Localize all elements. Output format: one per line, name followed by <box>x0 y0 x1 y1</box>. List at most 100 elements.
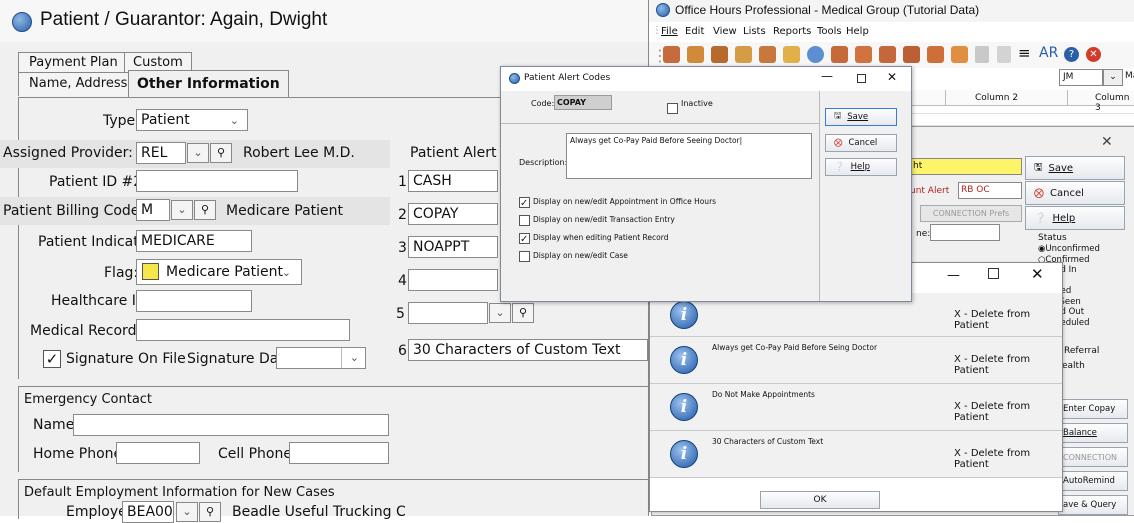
assigned-provider-dropdown-button[interactable]: ⌄ <box>187 143 209 163</box>
menu-edit[interactable]: Edit <box>685 26 704 37</box>
minimize-icon[interactable]: — <box>947 268 960 283</box>
option-transaction[interactable]: Display on new/edit Transaction Entry <box>519 211 716 229</box>
assigned-provider-input[interactable]: REL <box>136 142 186 164</box>
transaction-icon[interactable] <box>711 46 728 63</box>
billing-code-dropdown-button[interactable]: ⌄ <box>171 200 193 220</box>
close-app-icon[interactable]: ✕ <box>1086 47 1101 62</box>
notes-icon[interactable] <box>997 46 1011 63</box>
employer-input[interactable]: BEA00 <box>122 501 174 523</box>
account-alert-field[interactable]: RB OC <box>958 182 1022 199</box>
option-checkbox[interactable] <box>519 214 530 226</box>
patient-icon[interactable] <box>687 46 704 63</box>
alert-save-button[interactable]: 🖫 Save <box>825 108 897 126</box>
referral-icon[interactable] <box>903 46 920 63</box>
menu-reports[interactable]: Reports <box>773 26 811 37</box>
autoremind-button[interactable]: AutoRemind <box>1058 471 1128 491</box>
globe-icon[interactable] <box>807 46 824 63</box>
maximize-icon[interactable] <box>857 74 866 83</box>
signature-date-input[interactable]: ⌄ <box>276 347 366 369</box>
group-icon[interactable] <box>831 46 848 63</box>
type-select[interactable]: Patient ⌄ <box>136 109 248 131</box>
patient-id2-input[interactable] <box>136 170 298 192</box>
option-checkbox[interactable] <box>519 250 530 262</box>
alert-code-5-search-button[interactable]: ⚲ <box>512 303 534 323</box>
employer-search-button[interactable]: ⚲ <box>199 502 221 522</box>
guarantor-icon[interactable] <box>735 46 752 63</box>
signature-checkbox[interactable]: ✓ <box>43 350 61 368</box>
balance-button[interactable]: Balance <box>1058 423 1128 443</box>
connection-button[interactable]: CONNECTION <box>1058 447 1128 467</box>
menu-file[interactable]: File <box>661 26 678 37</box>
tab-name-address[interactable]: Name, Address <box>18 72 139 96</box>
home-phone-input[interactable] <box>116 442 200 464</box>
flag-select[interactable]: Medicare Patient ⌄ <box>136 259 302 285</box>
document-icon[interactable] <box>975 46 989 63</box>
close-icon[interactable]: ✕ <box>1031 265 1044 283</box>
menu-tools[interactable]: Tools <box>817 26 842 37</box>
status-option[interactable]: ◉Unconfirmed <box>1038 244 1100 255</box>
billing-code-search-button[interactable]: ⚲ <box>194 200 216 220</box>
provider-combo-buttons[interactable]: ⌄ <box>1103 69 1123 86</box>
settings-list-icon[interactable]: ≡ <box>1018 44 1031 62</box>
users-icon[interactable] <box>759 46 776 63</box>
assigned-provider-search-button[interactable]: ⚲ <box>210 143 232 163</box>
delete-from-patient-button[interactable]: X - Delete from Patient <box>954 354 1062 376</box>
appointment-close-icon[interactable]: ✕ <box>1101 134 1113 150</box>
option-case[interactable]: Display on new/edit Case <box>519 247 716 265</box>
close-icon[interactable]: ✕ <box>887 70 897 84</box>
provider-combo[interactable]: JM <box>1059 69 1103 86</box>
minimize-icon[interactable]: — <box>821 69 833 83</box>
health-label[interactable]: ealth <box>1062 361 1085 371</box>
billing-code-input[interactable]: M <box>136 199 170 221</box>
indicator-input[interactable]: MEDICARE <box>136 230 252 252</box>
ar-button[interactable]: AR <box>1039 45 1058 61</box>
healthcare-id-input[interactable] <box>136 290 252 312</box>
alert-code-3-input[interactable]: NOAPPT <box>408 236 498 258</box>
alert-help-button[interactable]: ❔ Help <box>825 158 897 176</box>
phone-input[interactable] <box>930 224 1000 241</box>
maximize-icon[interactable] <box>988 268 999 279</box>
menu-lists[interactable]: Lists <box>743 26 766 37</box>
appt-help-button[interactable]: ❔ Help <box>1025 206 1125 230</box>
alert-code-1-input[interactable]: CASH <box>408 170 498 192</box>
appt-cancel-button[interactable]: ⨂ Cancel <box>1025 181 1125 205</box>
alert-custom-text-input[interactable]: 30 Characters of Custom Text <box>408 339 648 361</box>
tab-payment-plan[interactable]: Payment Plan <box>18 52 129 72</box>
appt-yellow-field[interactable]: ht <box>910 158 1022 175</box>
delete-from-patient-button[interactable]: X - Delete from Patient <box>954 401 1062 423</box>
inactive-checkbox[interactable] <box>667 103 678 114</box>
option-checkbox[interactable] <box>519 231 530 249</box>
employer-dropdown-button[interactable]: ⌄ <box>176 502 198 522</box>
alerts-ok-button[interactable]: OK <box>760 491 880 509</box>
save-query-button[interactable]: ave & Query <box>1058 495 1128 515</box>
appt-save-button[interactable]: 🖫 Save <box>1025 156 1125 180</box>
menu-view[interactable]: View <box>713 26 737 37</box>
alert-cancel-button[interactable]: ⨂ Cancel <box>825 134 897 152</box>
reminder-icon[interactable] <box>951 46 968 63</box>
tab-custom[interactable]: Custom <box>124 52 192 72</box>
option-patient-record[interactable]: Display when editing Patient Record <box>519 229 716 249</box>
delete-from-patient-button[interactable]: X - Delete from Patient <box>954 309 1062 331</box>
cell-phone-input[interactable] <box>289 442 389 464</box>
delete-from-patient-button[interactable]: X - Delete from Patient <box>954 448 1062 470</box>
tab-other-information[interactable]: Other Information <box>128 70 289 98</box>
new-appointment-icon[interactable] <box>663 46 680 63</box>
referral-label[interactable]: Referral <box>1064 346 1099 356</box>
alert-code-5-dropdown-button[interactable]: ⌄ <box>489 303 511 323</box>
emergency-name-input[interactable] <box>73 414 389 436</box>
option-checkbox[interactable] <box>519 195 530 213</box>
alert-code-5-input[interactable] <box>408 302 488 324</box>
insurance-icon[interactable] <box>783 46 800 63</box>
menu-help[interactable]: Help <box>846 26 869 37</box>
calendar-icon[interactable] <box>855 46 872 63</box>
recall-icon[interactable] <box>879 46 896 63</box>
alert-code-4-input[interactable] <box>408 269 498 291</box>
enter-copay-button[interactable]: Enter Copay <box>1058 399 1128 419</box>
option-appointment[interactable]: Display on new/edit Appointment in Offic… <box>519 193 716 213</box>
help-icon[interactable]: ? <box>1064 47 1079 62</box>
connection-prefs-button[interactable]: CONNECTION Prefs <box>920 205 1022 222</box>
report-icon[interactable] <box>927 46 944 63</box>
description-textarea[interactable]: Always get Co-Pay Paid Before Seeing Doc… <box>566 133 812 179</box>
medical-record-input[interactable] <box>136 319 350 341</box>
alert-code-2-input[interactable]: COPAY <box>408 203 498 225</box>
